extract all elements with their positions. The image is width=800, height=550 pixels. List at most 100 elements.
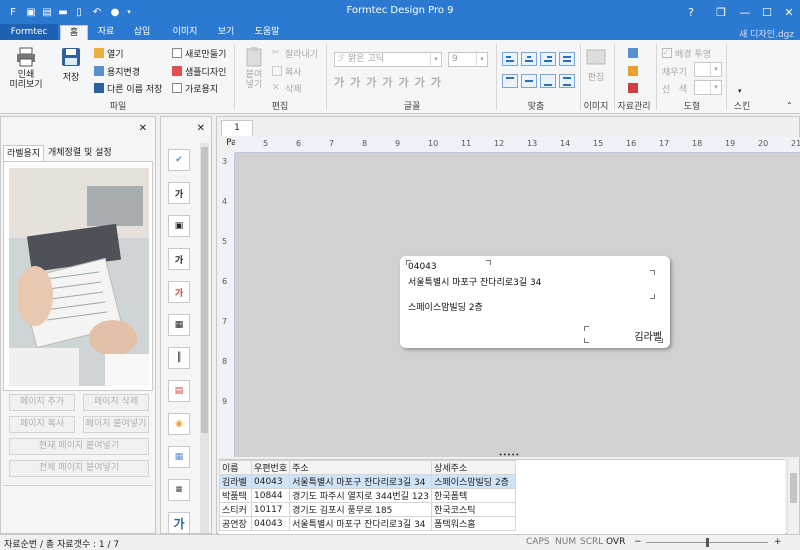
table-row[interactable]: 공연장 04043 서울특별시 마포구 잔다리로3길 34 폼텍워스홈 — [219, 516, 517, 531]
bg-transparent-checkbox[interactable]: ✓ 배경 투명 — [662, 46, 711, 60]
column-header-address[interactable]: 주소 — [289, 460, 433, 475]
change-paper-button[interactable]: 용지변경 — [94, 64, 140, 78]
copy-button[interactable]: 복사 — [272, 64, 302, 78]
italic-button[interactable]: 가 — [350, 74, 360, 90]
check-box-tool[interactable]: ✔ — [168, 149, 190, 171]
grow-font-button[interactable]: 가 — [415, 74, 425, 90]
table-cell[interactable]: 폼텍워스홈 — [431, 516, 517, 531]
save-as-button[interactable]: 다른 이름 저장 — [94, 81, 162, 95]
table-tool[interactable]: ▦ — [168, 446, 190, 468]
align-top-button[interactable] — [502, 74, 518, 88]
table-cell[interactable]: 스티커 — [219, 502, 252, 517]
tab-data[interactable]: 자료 — [92, 25, 120, 40]
skin-dropdown-icon[interactable]: ▾ — [738, 84, 742, 98]
paste-current-page-button[interactable]: 현재 페이지 붙여넣기 — [9, 438, 149, 455]
image-edit-button[interactable]: 편집 — [584, 46, 608, 83]
grid-scrollbar[interactable] — [787, 459, 799, 535]
image-box-tool[interactable]: ▣ — [168, 215, 190, 237]
table-cell[interactable]: 한국폼텍 — [431, 488, 517, 503]
table-row[interactable]: 박품텍 10844 경기도 파주시 열지로 344번길 123 한국폼텍 — [219, 488, 517, 503]
paste-all-pages-button[interactable]: 전체 페이지 붙여넣기 — [9, 460, 149, 477]
align-right-button[interactable] — [540, 52, 556, 66]
vertical-text-tool[interactable]: 가 — [168, 248, 190, 270]
tab-insert[interactable]: 삽입 — [128, 25, 156, 40]
file-tab[interactable]: Formtec — [0, 24, 58, 40]
table-cell[interactable]: 한국코스틱 — [431, 502, 517, 517]
line-color-select[interactable]: ▾ — [694, 80, 722, 95]
data-manage-button-1[interactable] — [628, 46, 641, 60]
table-cell[interactable]: 김라벨 — [219, 474, 252, 489]
qr-code-tool[interactable]: ▦ — [168, 314, 190, 336]
barcode-tool[interactable]: ║ — [168, 347, 190, 369]
toolbox-scroll-thumb[interactable] — [201, 147, 208, 433]
toolbox-scrollbar[interactable] — [200, 143, 209, 533]
new-button[interactable]: 새로만들기 — [172, 46, 226, 60]
label-zip[interactable]: 04043 — [408, 262, 437, 272]
column-header-name[interactable]: 이름 — [219, 460, 252, 475]
grid-scroll-thumb[interactable] — [790, 473, 797, 503]
font-size-select[interactable]: 9 ▾ — [448, 52, 488, 67]
document-tool[interactable]: ≡ — [168, 479, 190, 501]
table-cell[interactable]: 서울특별시 마포구 잔다리로3길 34 — [289, 516, 433, 531]
design-canvas[interactable]: 04043 서울특별시 마포구 잔다리로3길 34 스페이스맘빌딩 2층 김라벨 — [235, 153, 800, 457]
copy-page-button[interactable]: 페이지 복사 — [9, 416, 75, 433]
table-cell[interactable]: 스페이스맘빌딩 2층 — [431, 474, 517, 489]
serial-number-tool[interactable]: ▤ — [168, 380, 190, 402]
tab-home[interactable]: 홈 — [60, 25, 88, 40]
table-cell[interactable]: 04043 — [250, 474, 291, 489]
tab-view[interactable]: 보기 — [212, 25, 240, 40]
align-center-button[interactable] — [521, 52, 537, 66]
delete-page-button[interactable]: 페이지 삭제 — [83, 394, 149, 411]
table-cell[interactable]: 공연장 — [219, 516, 252, 531]
toolbox-close-icon[interactable]: ✕ — [197, 123, 205, 134]
table-cell[interactable]: 박품텍 — [219, 488, 252, 503]
tab-image[interactable]: 이미지 — [166, 25, 204, 40]
sample-design-button[interactable]: 샘플디자인 — [172, 64, 226, 78]
label-detail-address[interactable]: 스페이스맘빌딩 2층 — [408, 300, 483, 313]
cut-button[interactable]: ✂ 잘라내기 — [272, 46, 318, 60]
help-button[interactable]: ? — [676, 0, 706, 24]
label-address[interactable]: 서울특별시 마포구 잔다리로3길 34 — [408, 275, 541, 288]
font-name-select[interactable]: ℱ 맑은 고딕 ▾ — [334, 52, 442, 67]
table-cell[interactable]: 경기도 김포시 풍무로 185 — [289, 502, 433, 517]
table-cell[interactable]: 10117 — [250, 502, 291, 517]
open-button[interactable]: 열기 — [94, 46, 124, 60]
paste-button[interactable]: 붙여 넣기 — [240, 46, 268, 90]
table-cell[interactable]: 10844 — [250, 488, 291, 503]
tab-help[interactable]: 도움말 — [248, 25, 286, 40]
close-button[interactable]: ✕ — [774, 0, 800, 24]
text-style-tool[interactable]: 가 — [168, 281, 190, 303]
shrink-font-button[interactable]: 가 — [431, 74, 441, 90]
paste-page-button[interactable]: 페이지 붙여넣기 — [83, 416, 149, 433]
zoom-slider-thumb[interactable] — [706, 538, 709, 547]
table-cell[interactable]: 04043 — [250, 516, 291, 531]
column-header-detail[interactable]: 상세주소 — [431, 460, 517, 475]
add-page-button[interactable]: 페이지 추가 — [9, 394, 75, 411]
address-label[interactable]: 04043 서울특별시 마포구 잔다리로3길 34 스페이스맘빌딩 2층 김라벨 — [400, 256, 670, 348]
collapse-ribbon-icon[interactable]: ⌃ — [786, 98, 793, 112]
landscape-button[interactable]: 가로용지 — [172, 81, 218, 95]
tab-label-paper[interactable]: 라벨용지 — [3, 145, 45, 161]
delete-button[interactable]: ✕ 삭제 — [272, 81, 302, 95]
stamp-tool[interactable]: ◉ — [168, 413, 190, 435]
panel-close-icon[interactable]: ✕ — [139, 123, 147, 134]
table-row[interactable]: 스티커 10117 경기도 김포시 풍무로 185 한국코스틱 — [219, 502, 517, 517]
text-box-tool[interactable]: 가 — [168, 182, 190, 204]
align-distribute-button[interactable] — [559, 74, 575, 88]
strikethrough-button[interactable]: 가 — [382, 74, 392, 90]
tab-object-align[interactable]: 개체정렬 및 설정 — [45, 145, 115, 161]
zoom-in-button[interactable]: + — [774, 537, 782, 547]
font-color-button[interactable]: 가 — [399, 74, 409, 90]
data-manage-button-2[interactable] — [628, 64, 641, 78]
fill-color-select[interactable]: ▾ — [694, 62, 722, 77]
align-justify-button[interactable] — [559, 52, 575, 66]
page-tab[interactable]: 1 Page — [221, 120, 253, 148]
save-button[interactable]: 저장 — [54, 46, 88, 83]
data-manage-button-3[interactable] — [628, 81, 641, 95]
table-cell[interactable]: 경기도 파주시 열지로 344번길 123 — [289, 488, 433, 503]
print-preview-button[interactable]: 인쇄 미리보기 — [6, 46, 46, 90]
underline-button[interactable]: 가 — [366, 74, 376, 90]
table-row[interactable]: 김라벨 04043 서울특별시 마포구 잔다리로3길 34 스페이스맘빌딩 2층 — [219, 474, 517, 489]
zoom-out-button[interactable]: − — [634, 537, 642, 547]
large-text-tool[interactable]: 가 — [168, 512, 190, 534]
